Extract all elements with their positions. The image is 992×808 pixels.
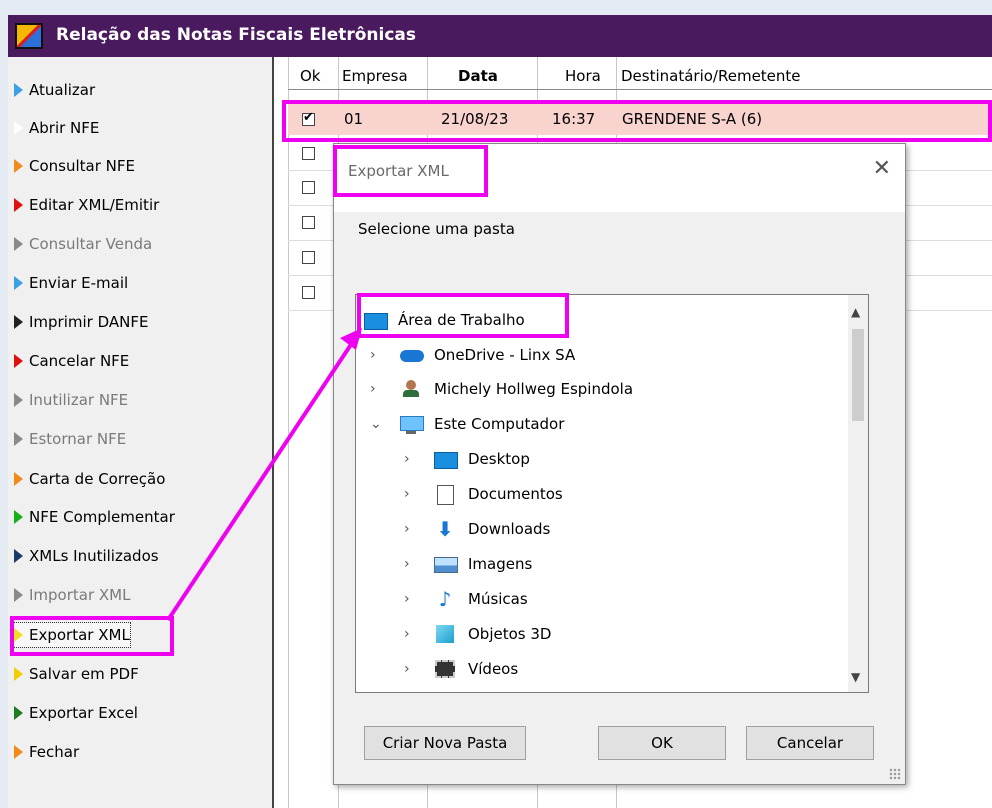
arrow-line (166, 338, 356, 622)
annotation-arrow (166, 328, 362, 622)
